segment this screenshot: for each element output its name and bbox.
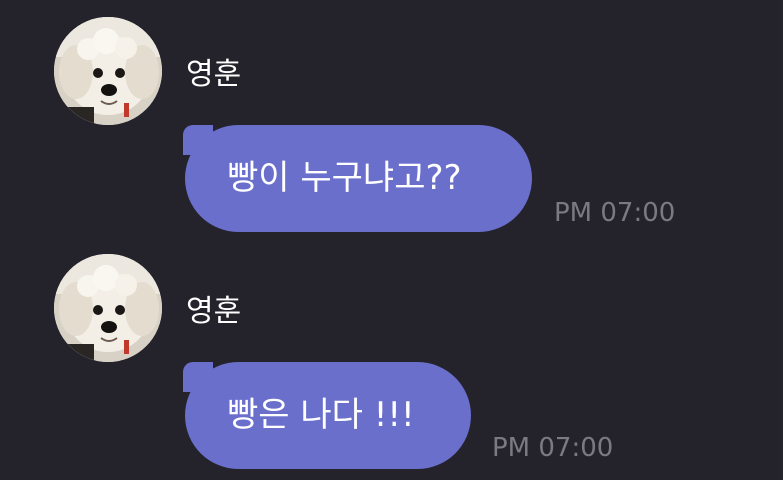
message-text: 빵은 나다 !!! bbox=[227, 395, 415, 435]
message-bubble[interactable]: 빵은 나다 !!! bbox=[183, 362, 471, 469]
sender-name: 영훈 bbox=[186, 294, 242, 329]
message-bubble[interactable]: 빵이 누구냐고?? bbox=[183, 125, 532, 232]
puppy-avatar-icon bbox=[54, 17, 162, 125]
bubble-tail bbox=[183, 125, 213, 155]
sender-avatar[interactable] bbox=[54, 17, 162, 125]
message-timestamp: PM 07:00 bbox=[492, 433, 614, 463]
puppy-avatar-icon bbox=[54, 254, 162, 362]
chat-view: 영훈 빵이 누구냐고?? PM 07:00 영훈 빵은 나다 !!! PM 07… bbox=[0, 0, 783, 480]
sender-name: 영훈 bbox=[186, 57, 242, 92]
bubble-tail bbox=[183, 362, 213, 392]
sender-avatar[interactable] bbox=[54, 254, 162, 362]
message-text: 빵이 누구냐고?? bbox=[227, 158, 462, 198]
message-timestamp: PM 07:00 bbox=[554, 198, 676, 228]
